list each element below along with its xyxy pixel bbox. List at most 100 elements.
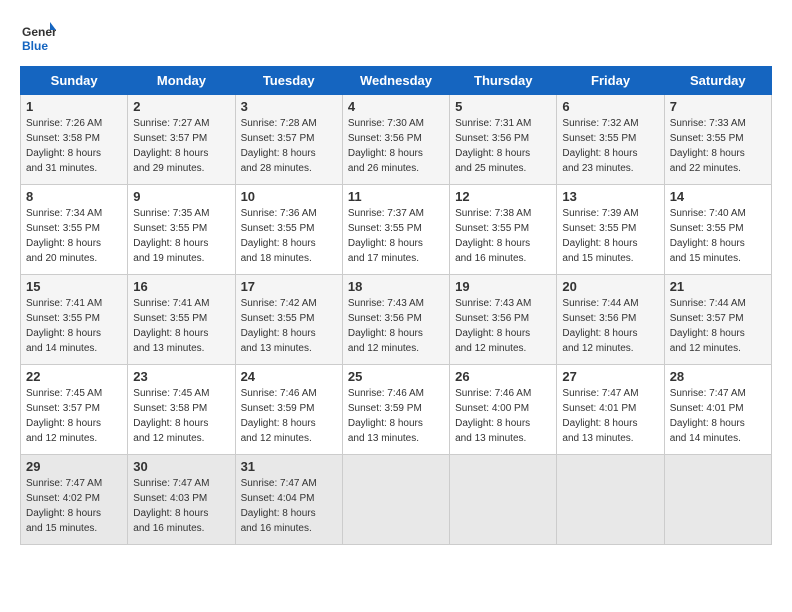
day-info: Sunrise: 7:32 AM Sunset: 3:55 PM Dayligh… [562, 116, 658, 176]
header-cell-friday: Friday [557, 67, 664, 95]
calendar-cell [450, 455, 557, 545]
calendar-cell: 17Sunrise: 7:42 AM Sunset: 3:55 PM Dayli… [235, 275, 342, 365]
calendar-week-4: 22Sunrise: 7:45 AM Sunset: 3:57 PM Dayli… [21, 365, 772, 455]
day-number: 22 [26, 369, 122, 384]
calendar-cell: 15 Sunrise: 7:41 AM Sunset: 3:55 PM Dayli… [21, 275, 128, 365]
header-cell-sunday: Sunday [21, 67, 128, 95]
day-info: Sunrise: 7:43 AM Sunset: 3:56 PM Dayligh… [348, 296, 444, 356]
day-number: 21 [670, 279, 766, 294]
day-info: Sunrise: 7:47 AM Sunset: 4:02 PM Dayligh… [26, 476, 122, 536]
day-number: 23 [133, 369, 229, 384]
day-info: Sunrise: 7:43 AM Sunset: 3:56 PM Dayligh… [455, 296, 551, 356]
day-number: 10 [241, 189, 337, 204]
calendar-cell: 4Sunrise: 7:30 AM Sunset: 3:56 PM Daylig… [342, 95, 449, 185]
header-cell-thursday: Thursday [450, 67, 557, 95]
calendar-cell: 30Sunrise: 7:47 AM Sunset: 4:03 PM Dayli… [128, 455, 235, 545]
calendar-cell: 29 Sunrise: 7:47 AM Sunset: 4:02 PM Dayli… [21, 455, 128, 545]
calendar-cell: 10 Sunrise: 7:36 AM Sunset: 3:55 PM Dayli… [235, 185, 342, 275]
calendar-cell: 5 Sunrise: 7:31 AM Sunset: 3:56 PM Daylig… [450, 95, 557, 185]
calendar-cell: 8 Sunrise: 7:34 AM Sunset: 3:55 PM Daylig… [21, 185, 128, 275]
day-number: 3 [241, 99, 337, 114]
calendar-cell: 21 Sunrise: 7:44 AM Sunset: 3:57 PM Dayli… [664, 275, 771, 365]
day-info: Sunrise: 7:38 AM Sunset: 3:55 PM Dayligh… [455, 206, 551, 266]
calendar-cell [664, 455, 771, 545]
calendar-cell: 27Sunrise: 7:47 AM Sunset: 4:01 PM Dayli… [557, 365, 664, 455]
calendar-cell: 3 Sunrise: 7:28 AM Sunset: 3:57 PM Daylig… [235, 95, 342, 185]
day-info: Sunrise: 7:28 AM Sunset: 3:57 PM Dayligh… [241, 116, 337, 176]
day-number: 24 [241, 369, 337, 384]
calendar-cell: 18 Sunrise: 7:43 AM Sunset: 3:56 PM Dayli… [342, 275, 449, 365]
calendar-cell: 28 Sunrise: 7:47 AM Sunset: 4:01 PM Dayli… [664, 365, 771, 455]
calendar-cell: 31 Sunrise: 7:47 AM Sunset: 4:04 PM Dayli… [235, 455, 342, 545]
day-number: 1 [26, 99, 122, 114]
day-number: 31 [241, 459, 337, 474]
day-number: 9 [133, 189, 229, 204]
header-cell-monday: Monday [128, 67, 235, 95]
calendar-cell: 26 Sunrise: 7:46 AM Sunset: 4:00 PM Dayli… [450, 365, 557, 455]
header-cell-tuesday: Tuesday [235, 67, 342, 95]
day-info: Sunrise: 7:47 AM Sunset: 4:01 PM Dayligh… [670, 386, 766, 446]
calendar-cell: 13 Sunrise: 7:39 AM Sunset: 3:55 PM Dayli… [557, 185, 664, 275]
day-info: Sunrise: 7:26 AM Sunset: 3:58 PM Dayligh… [26, 116, 122, 176]
day-number: 14 [670, 189, 766, 204]
calendar-week-5: 29 Sunrise: 7:47 AM Sunset: 4:02 PM Dayli… [21, 455, 772, 545]
day-info: Sunrise: 7:35 AM Sunset: 3:55 PM Dayligh… [133, 206, 229, 266]
header-row: SundayMondayTuesdayWednesdayThursdayFrid… [21, 67, 772, 95]
day-number: 26 [455, 369, 551, 384]
day-info: Sunrise: 7:47 AM Sunset: 4:04 PM Dayligh… [241, 476, 337, 536]
calendar-header: SundayMondayTuesdayWednesdayThursdayFrid… [21, 67, 772, 95]
calendar-cell: 16Sunrise: 7:41 AM Sunset: 3:55 PM Dayli… [128, 275, 235, 365]
day-number: 4 [348, 99, 444, 114]
day-info: Sunrise: 7:44 AM Sunset: 3:56 PM Dayligh… [562, 296, 658, 356]
day-number: 5 [455, 99, 551, 114]
day-info: Sunrise: 7:39 AM Sunset: 3:55 PM Dayligh… [562, 206, 658, 266]
calendar-cell: 25 Sunrise: 7:46 AM Sunset: 3:59 PM Dayli… [342, 365, 449, 455]
calendar-cell: 9 Sunrise: 7:35 AM Sunset: 3:55 PM Daylig… [128, 185, 235, 275]
page-header: General Blue [20, 20, 772, 56]
calendar-table: SundayMondayTuesdayWednesdayThursdayFrid… [20, 66, 772, 545]
day-number: 20 [562, 279, 658, 294]
day-info: Sunrise: 7:47 AM Sunset: 4:03 PM Dayligh… [133, 476, 229, 536]
day-number: 8 [26, 189, 122, 204]
day-number: 11 [348, 189, 444, 204]
day-info: Sunrise: 7:41 AM Sunset: 3:55 PM Dayligh… [26, 296, 122, 356]
svg-text:Blue: Blue [22, 39, 48, 53]
calendar-cell: 12 Sunrise: 7:38 AM Sunset: 3:55 PM Dayli… [450, 185, 557, 275]
day-info: Sunrise: 7:47 AM Sunset: 4:01 PM Dayligh… [562, 386, 658, 446]
day-number: 13 [562, 189, 658, 204]
day-info: Sunrise: 7:31 AM Sunset: 3:56 PM Dayligh… [455, 116, 551, 176]
day-number: 19 [455, 279, 551, 294]
day-info: Sunrise: 7:36 AM Sunset: 3:55 PM Dayligh… [241, 206, 337, 266]
day-info: Sunrise: 7:42 AM Sunset: 3:55 PM Dayligh… [241, 296, 337, 356]
calendar-cell: 19 Sunrise: 7:43 AM Sunset: 3:56 PM Dayli… [450, 275, 557, 365]
day-number: 6 [562, 99, 658, 114]
day-info: Sunrise: 7:40 AM Sunset: 3:55 PM Dayligh… [670, 206, 766, 266]
day-info: Sunrise: 7:37 AM Sunset: 3:55 PM Dayligh… [348, 206, 444, 266]
day-number: 18 [348, 279, 444, 294]
header-cell-saturday: Saturday [664, 67, 771, 95]
calendar-cell: 7Sunrise: 7:33 AM Sunset: 3:55 PM Daylig… [664, 95, 771, 185]
day-info: Sunrise: 7:34 AM Sunset: 3:55 PM Dayligh… [26, 206, 122, 266]
calendar-cell: 14 Sunrise: 7:40 AM Sunset: 3:55 PM Dayli… [664, 185, 771, 275]
calendar-cell: 1 Sunrise: 7:26 AM Sunset: 3:58 PM Daylig… [21, 95, 128, 185]
day-number: 12 [455, 189, 551, 204]
calendar-cell: 22Sunrise: 7:45 AM Sunset: 3:57 PM Dayli… [21, 365, 128, 455]
day-number: 25 [348, 369, 444, 384]
day-number: 7 [670, 99, 766, 114]
day-number: 15 [26, 279, 122, 294]
day-number: 2 [133, 99, 229, 114]
calendar-cell [557, 455, 664, 545]
day-info: Sunrise: 7:46 AM Sunset: 3:59 PM Dayligh… [241, 386, 337, 446]
calendar-cell [342, 455, 449, 545]
day-number: 16 [133, 279, 229, 294]
calendar-cell: 11 Sunrise: 7:37 AM Sunset: 3:55 PM Dayli… [342, 185, 449, 275]
calendar-cell: 23Sunrise: 7:45 AM Sunset: 3:58 PM Dayli… [128, 365, 235, 455]
day-info: Sunrise: 7:44 AM Sunset: 3:57 PM Dayligh… [670, 296, 766, 356]
day-info: Sunrise: 7:27 AM Sunset: 3:57 PM Dayligh… [133, 116, 229, 176]
day-info: Sunrise: 7:46 AM Sunset: 3:59 PM Dayligh… [348, 386, 444, 446]
day-number: 29 [26, 459, 122, 474]
day-number: 28 [670, 369, 766, 384]
day-info: Sunrise: 7:46 AM Sunset: 4:00 PM Dayligh… [455, 386, 551, 446]
header-cell-wednesday: Wednesday [342, 67, 449, 95]
calendar-week-3: 15 Sunrise: 7:41 AM Sunset: 3:55 PM Dayli… [21, 275, 772, 365]
